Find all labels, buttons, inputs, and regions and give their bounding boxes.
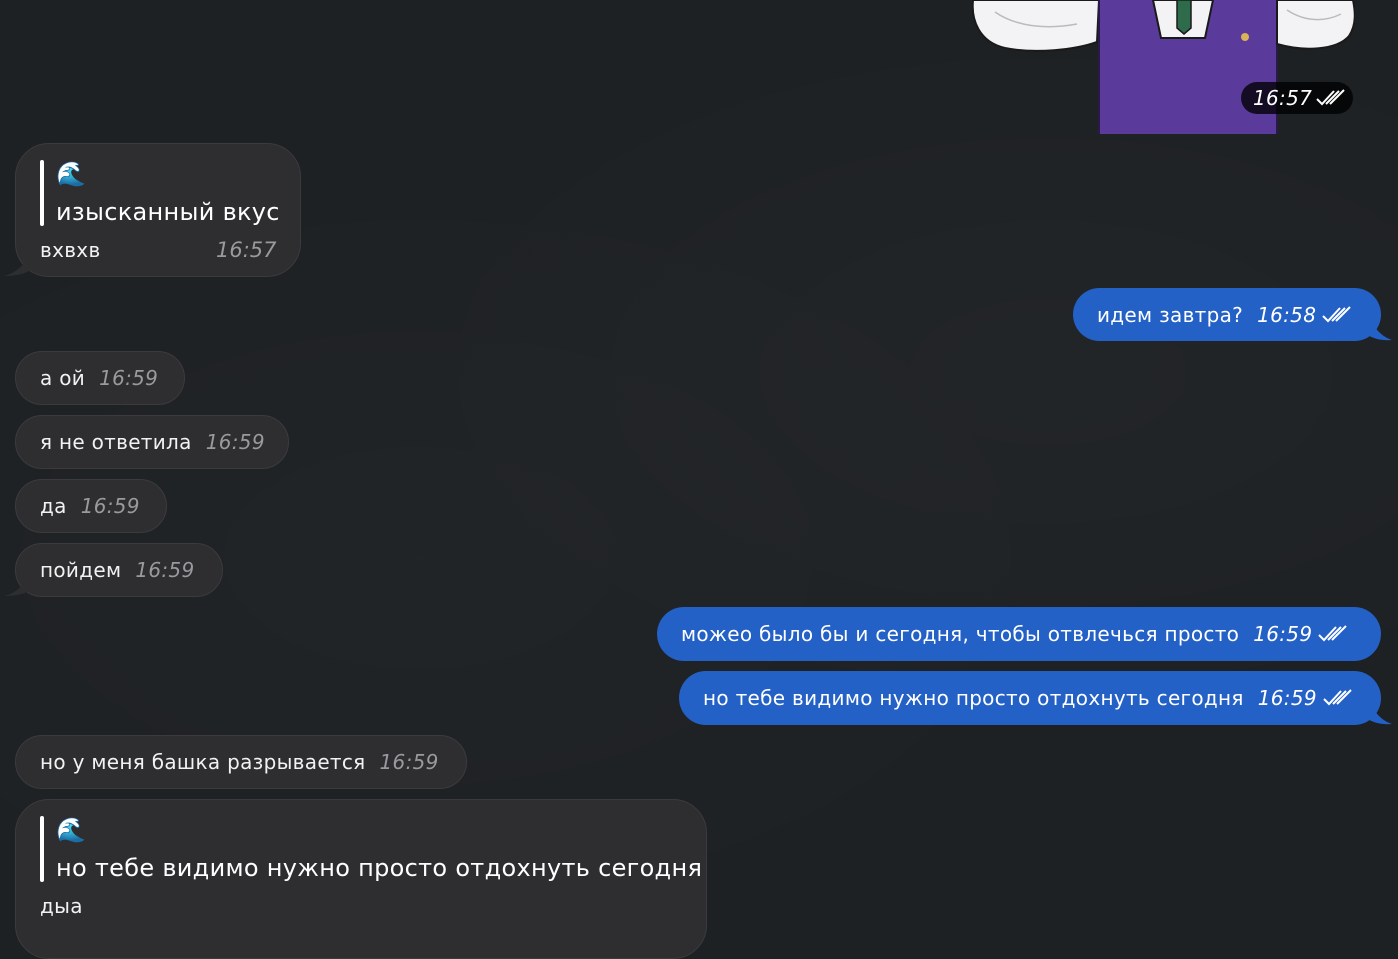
sticker-timestamp: 16:57 — [1241, 82, 1353, 114]
message-text: идем завтра? — [1097, 302, 1244, 327]
message-text: можео было бы и сегодня, чтобы отвлечься… — [681, 622, 1240, 646]
message-outgoing[interactable]: можео было бы и сегодня, чтобы отвлечься… — [657, 607, 1381, 661]
message-text: вхвхв — [40, 238, 101, 262]
reply-quote[interactable]: 🌊 но тебе видимо нужно просто отдохнуть … — [40, 816, 702, 882]
quoted-text: но тебе видимо нужно просто отдохнуть се… — [56, 854, 703, 882]
double-check-icon — [1323, 689, 1352, 706]
wave-icon: 🌊 — [56, 160, 86, 188]
timestamp: 16:59 — [80, 494, 140, 518]
reply-bar — [40, 816, 44, 882]
wave-icon: 🌊 — [56, 816, 86, 844]
timestamp: 16:57 — [1253, 86, 1313, 110]
message-incoming[interactable]: да 16:59 — [15, 479, 167, 533]
message-incoming-reply[interactable]: 🌊 изысканный вкус вхвхв 16:57 — [15, 143, 301, 277]
timestamp: 16:59 — [379, 750, 439, 774]
double-check-icon — [1322, 305, 1351, 322]
reply-quote[interactable]: 🌊 изысканный вкус — [40, 160, 280, 226]
message-outgoing[interactable]: но тебе видимо нужно просто отдохнуть се… — [679, 671, 1381, 725]
message-incoming[interactable]: пойдем 16:59 — [15, 543, 223, 597]
quoted-text: изысканный вкус — [56, 198, 280, 226]
bubble-tail — [4, 252, 34, 276]
timestamp: 16:57 — [216, 238, 277, 262]
timestamp: 16:59 — [1253, 622, 1313, 646]
message-incoming[interactable]: я не ответила 16:59 — [15, 415, 289, 469]
double-check-icon — [1318, 625, 1348, 642]
reply-bar — [40, 160, 44, 226]
message-incoming-reply[interactable]: 🌊 но тебе видимо нужно просто отдохнуть … — [15, 799, 707, 959]
bubble-tail — [4, 572, 34, 596]
timestamp: 16:59 — [205, 430, 265, 454]
message-text: но тебе видимо нужно просто отдохнуть се… — [703, 686, 1244, 710]
timestamp: 16:59 — [135, 558, 195, 582]
bubble-tail — [1364, 314, 1392, 341]
chat-window: { "sticker": { "time": "16:57" }, "messa… — [0, 0, 1398, 959]
message-incoming[interactable]: а ой 16:59 — [15, 351, 185, 405]
bubble-tail — [1364, 698, 1392, 725]
message-outgoing[interactable]: идем завтра? 16:58 — [1073, 288, 1381, 341]
message-incoming[interactable]: но у меня башка разрывается 16:59 — [15, 735, 467, 789]
timestamp: 16:58 — [1257, 302, 1317, 327]
message-text: но у меня башка разрывается — [40, 750, 366, 774]
message-text: да — [40, 494, 67, 518]
message-text: дыа — [40, 894, 83, 918]
message-text: пойдем — [40, 558, 122, 582]
timestamp: 16:59 — [1257, 686, 1317, 710]
message-text: а ой — [40, 366, 86, 390]
double-check-icon — [1316, 89, 1345, 106]
timestamp: 16:59 — [99, 366, 159, 390]
message-text: я не ответила — [40, 430, 192, 454]
